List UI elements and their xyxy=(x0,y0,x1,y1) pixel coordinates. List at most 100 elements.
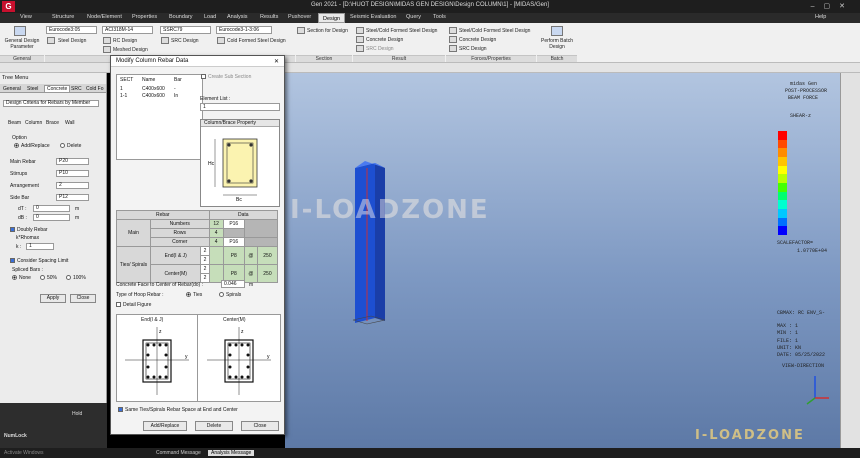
list-row-2-bar[interactable]: In xyxy=(174,93,178,99)
tree-tab-cold-formed[interactable]: Cold Fo xyxy=(86,86,104,92)
corner-value[interactable]: 4 xyxy=(208,237,224,247)
numbers-value[interactable]: 12 xyxy=(208,219,224,229)
corner-bar-select[interactable]: P16 xyxy=(222,237,245,247)
dialog-add-replace-button[interactable]: Add/Replace xyxy=(143,421,187,431)
main-rebar-select[interactable]: P20 xyxy=(56,158,89,165)
dialog-close-button[interactable]: Close xyxy=(241,421,279,431)
tab-design[interactable]: Design xyxy=(318,13,346,23)
analysis-message-tab[interactable]: Analysis Message xyxy=(208,450,255,456)
tab-query[interactable]: Query xyxy=(406,14,421,20)
dialog-close-icon[interactable]: ✕ xyxy=(274,58,279,65)
center-leg-a[interactable]: 2 xyxy=(200,264,210,274)
steel-cf-result-icon xyxy=(356,27,364,34)
cover-input[interactable]: 0.046 xyxy=(221,280,245,288)
section-list[interactable]: SECT Name Bar 1 C400x600 - 1-1 C400x600 … xyxy=(116,74,203,160)
list-row-2-sect[interactable]: 1-1 xyxy=(120,93,127,99)
rows-value[interactable]: 4 xyxy=(208,228,224,238)
tab-boundary[interactable]: Boundary xyxy=(169,14,193,20)
meshed-design-button[interactable]: Meshed Design xyxy=(113,47,148,53)
tree-tab-concrete[interactable]: Concrete xyxy=(44,85,71,93)
ties-radio[interactable]: Ties xyxy=(186,292,202,298)
db-input[interactable]: 0 xyxy=(33,214,70,221)
add-replace-radio[interactable]: Add/Replace xyxy=(14,143,50,149)
numbers-label: Numbers xyxy=(150,219,210,229)
delete-radio[interactable]: Delete xyxy=(60,143,81,149)
src-forces-button[interactable]: SRC Design xyxy=(459,46,487,52)
arrangement-select[interactable]: 2 xyxy=(56,182,89,189)
general-design-parameter-icon[interactable] xyxy=(14,26,26,36)
same-ties-checkbox[interactable]: Same Ties/Spirals Rebar Space at End and… xyxy=(118,407,238,413)
side-bar-select[interactable]: P12 xyxy=(56,194,89,201)
window-controls[interactable]: –▢✕ xyxy=(811,2,854,10)
list-row-1-name[interactable]: C400x600 xyxy=(142,86,165,92)
tab-results[interactable]: Results xyxy=(260,14,278,20)
steel-code-select[interactable]: Eurocode3:05 xyxy=(46,26,97,34)
concrete-forces-button[interactable]: Concrete Design xyxy=(459,37,496,43)
k-input[interactable]: 1 xyxy=(26,243,54,250)
main-bar-select[interactable]: P16 xyxy=(222,219,245,229)
tab-seismic-evaluation[interactable]: Seismic Evaluation xyxy=(350,14,396,20)
tab-pushover[interactable]: Pushover xyxy=(288,14,311,20)
doubly-rebar-checkbox[interactable]: Doubly Rebar xyxy=(10,227,48,233)
tab-node-element[interactable]: Node/Element xyxy=(87,14,122,20)
src-result-button[interactable]: SRC Design xyxy=(366,46,394,52)
cold-formed-code-select[interactable]: Eurocode3-1-3:06 xyxy=(216,26,272,34)
stirrups-select[interactable]: P10 xyxy=(56,170,89,177)
consider-spacing-checkbox[interactable]: Consider Spacing Limit xyxy=(10,258,68,264)
element-list-input[interactable]: 1 xyxy=(200,103,280,111)
tree-tab-steel[interactable]: Steel xyxy=(27,86,38,92)
steel-cf-forces-button[interactable]: Steel/Cold Formed Steel Design xyxy=(459,28,530,34)
rc-code-select[interactable]: ACI318M-14 xyxy=(102,26,153,34)
spliced-50-radio[interactable]: 50% xyxy=(40,275,57,281)
member-tab-beam[interactable]: Beam xyxy=(8,120,21,126)
perform-batch-icon[interactable] xyxy=(551,26,563,36)
end-leg-a[interactable]: 2 xyxy=(200,246,210,256)
list-row-2-name[interactable]: C400x600 xyxy=(142,93,165,99)
help-menu[interactable]: Help xyxy=(815,14,826,20)
close-button[interactable]: Close xyxy=(70,294,96,303)
rc-design-icon xyxy=(103,37,111,44)
dt-input[interactable]: 0 xyxy=(33,205,70,212)
section-for-design-button[interactable]: Section for Design xyxy=(307,28,348,34)
dialog-delete-button[interactable]: Delete xyxy=(195,421,233,431)
spliced-100-radio[interactable]: 100% xyxy=(66,275,86,281)
perform-batch-design-button[interactable]: Perform Batch Design xyxy=(539,38,575,50)
tab-properties[interactable]: Properties xyxy=(132,14,157,20)
corner-label: Corner xyxy=(150,237,210,247)
end-spacing-input[interactable]: 250 xyxy=(256,246,279,265)
spliced-none-radio[interactable]: None xyxy=(12,275,31,281)
tab-tools[interactable]: Tools xyxy=(433,14,446,20)
design-criteria-select[interactable]: Design Criteria for Rebars by Member xyxy=(3,100,99,107)
spirals-radio[interactable]: Spirals xyxy=(219,292,241,298)
member-tab-brace[interactable]: Brace xyxy=(46,120,59,126)
steel-cf-result-button[interactable]: Steel/Cold Formed Steel Design xyxy=(366,28,437,34)
apply-button[interactable]: Apply xyxy=(40,294,66,303)
command-message-tab[interactable]: Command Message xyxy=(156,450,201,456)
member-tab-wall[interactable]: Wall xyxy=(65,120,75,126)
model-viewport[interactable]: I-LOADZONE midas Gen POST-PROCESSOR BEAM… xyxy=(285,73,840,448)
rc-design-button[interactable]: RC Design xyxy=(113,38,137,44)
end-leg-b[interactable]: 2 xyxy=(200,255,210,265)
right-toolbar[interactable] xyxy=(840,73,860,448)
src-code-select[interactable]: SSRC79 xyxy=(160,26,211,34)
tree-tab-src[interactable]: SRC xyxy=(71,86,82,92)
tab-view[interactable]: View xyxy=(20,14,32,20)
create-sub-section-checkbox[interactable]: Create Sub Section xyxy=(201,74,251,80)
src-design-button[interactable]: SRC Design xyxy=(171,38,199,44)
db-label: dB : xyxy=(18,215,27,221)
tab-structure[interactable]: Structure xyxy=(52,14,74,20)
cold-formed-button[interactable]: Cold Formed Steel Design xyxy=(227,38,286,44)
end-bar-select[interactable]: P8 xyxy=(222,246,245,265)
tab-analysis[interactable]: Analysis xyxy=(227,14,247,20)
detail-figure-checkbox[interactable]: Detail Figure xyxy=(116,302,151,308)
steel-design-button[interactable]: Steel Design xyxy=(58,38,86,44)
concrete-result-button[interactable]: Concrete Design xyxy=(366,37,403,43)
member-tab-column[interactable]: Column xyxy=(25,120,42,126)
general-design-parameter-button[interactable]: General Design Parameter xyxy=(3,38,41,50)
list-row-1-sect[interactable]: 1 xyxy=(120,86,123,92)
center-spacing-input[interactable]: 250 xyxy=(256,264,279,283)
dialog-title-bar: Modify Column Rebar Data ✕ xyxy=(111,56,284,67)
tab-load[interactable]: Load xyxy=(204,14,216,20)
list-row-1-bar[interactable]: - xyxy=(174,86,176,92)
tree-tab-general[interactable]: General xyxy=(3,86,21,92)
